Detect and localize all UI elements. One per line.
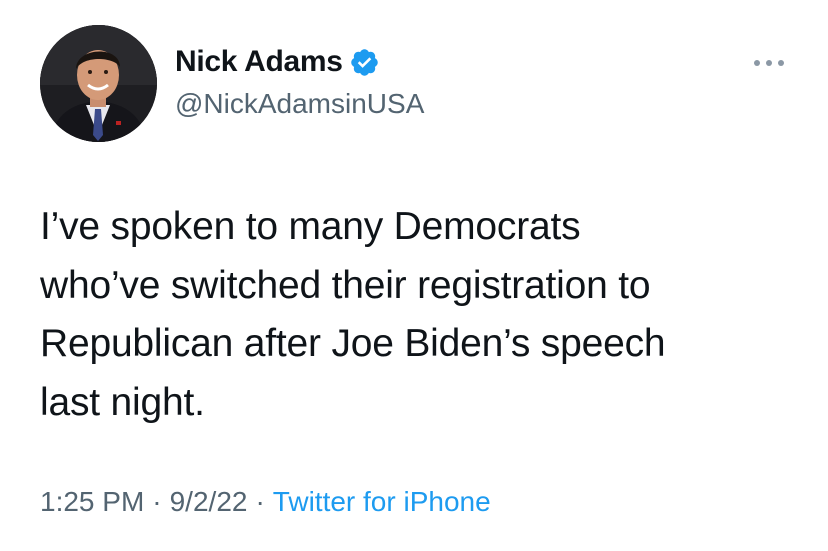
tweet-card: Nick Adams @NickAdamsinUSA I’ve spoken t… — [0, 0, 828, 551]
tweet-text-line: last night. — [40, 380, 205, 424]
author-display-name[interactable]: Nick Adams — [175, 45, 343, 79]
verified-badge-icon — [349, 47, 380, 78]
meta-separator: · — [152, 486, 162, 517]
author-name-row: Nick Adams — [175, 44, 380, 80]
tweet-text-line: who’ve switched their registration to — [40, 263, 651, 307]
author-handle[interactable]: @NickAdamsinUSA — [175, 88, 424, 120]
meta-separator: · — [255, 486, 265, 517]
tweet-date[interactable]: 9/2/22 — [170, 486, 248, 517]
tweet-time[interactable]: 1:25 PM — [40, 486, 144, 517]
tweet-text-line: Republican after Joe Biden’s speech — [40, 322, 666, 365]
avatar[interactable] — [40, 25, 157, 142]
tweet-text: I’ve spoken to many Democrats who’ve swi… — [40, 198, 810, 432]
more-options-icon[interactable] — [752, 56, 786, 68]
tweet-text-line: I’ve spoken to many Democrats — [40, 205, 581, 248]
tweet-source-link[interactable]: Twitter for iPhone — [273, 486, 491, 517]
tweet-meta: 1:25 PM · 9/2/22 · Twitter for iPhone — [40, 482, 491, 522]
profile-photo-icon — [40, 25, 157, 142]
